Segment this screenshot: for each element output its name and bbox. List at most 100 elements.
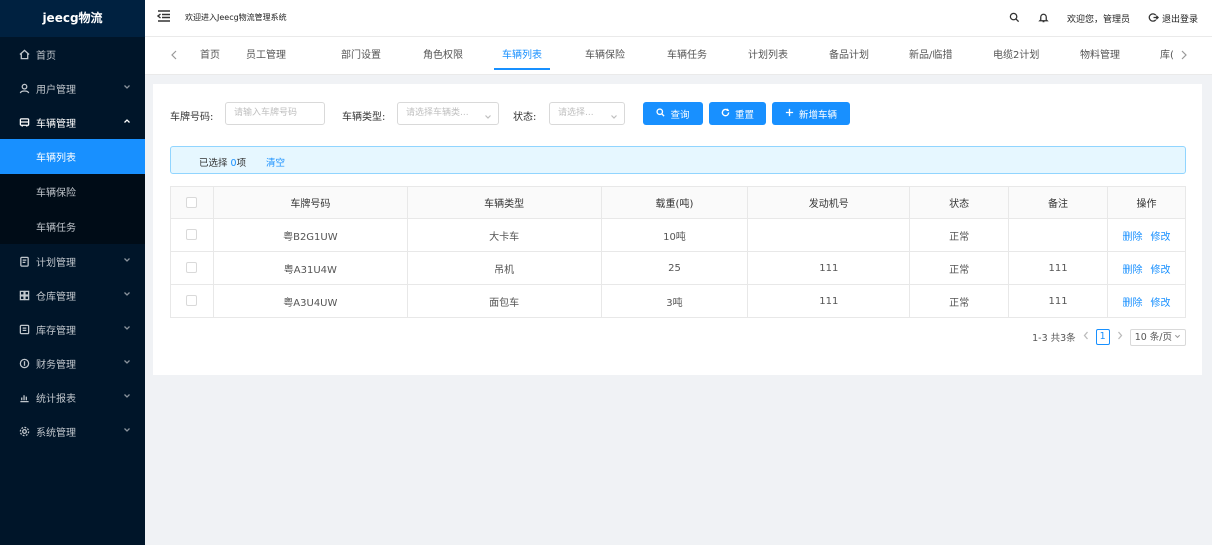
- clear-selection-link[interactable]: 清空: [266, 155, 285, 169]
- status-cell: 正常: [909, 251, 1010, 285]
- engine-cell: 111: [747, 284, 911, 318]
- chevron-down-icon: [484, 109, 492, 119]
- table-header-row: 车牌号码 车辆类型 载重(吨) 发动机号 状态 备注 操作: [170, 186, 1187, 219]
- tab-cable-plan[interactable]: 电缆2计划: [993, 37, 1039, 74]
- logout-label: 退出登录: [1161, 15, 1198, 25]
- status-select[interactable]: 请选择...: [549, 102, 625, 125]
- plate-input[interactable]: 请输入车牌号码: [225, 102, 325, 125]
- tabs-prev-icon[interactable]: [170, 50, 180, 62]
- column-header[interactable]: 状态: [909, 186, 1010, 219]
- sidebar-item-system[interactable]: 系统管理: [0, 414, 145, 448]
- tabs-next-icon[interactable]: [1180, 50, 1190, 62]
- bell-icon[interactable]: [1038, 12, 1049, 26]
- sidebar-item-warehouse[interactable]: 仓库管理: [0, 278, 145, 312]
- chevron-down-icon: [123, 83, 131, 91]
- reset-button[interactable]: 重置: [709, 102, 766, 125]
- query-button[interactable]: 查询: [643, 102, 703, 125]
- tab-plan-list[interactable]: 计划列表: [748, 37, 788, 74]
- next-page-icon[interactable]: [1116, 331, 1124, 343]
- app-logo[interactable]: jeecg物流: [0, 0, 145, 37]
- delete-link[interactable]: 删除: [1122, 265, 1142, 276]
- actions-cell: 删除 修改: [1107, 251, 1187, 285]
- sidebar-item-stock[interactable]: 库存管理: [0, 312, 145, 346]
- menu-fold-icon[interactable]: [156, 9, 171, 23]
- edit-link[interactable]: 修改: [1150, 265, 1170, 276]
- sidebar-item-label: 车辆保险: [36, 188, 76, 199]
- actions-cell: 删除 修改: [1107, 284, 1187, 318]
- sidebar-item-users[interactable]: 用户管理: [0, 71, 145, 105]
- sidebar-item-reports[interactable]: 统计报表: [0, 380, 145, 414]
- sidebar-item-vehicle-insurance[interactable]: 车辆保险: [0, 174, 145, 209]
- column-header[interactable]: 车辆类型: [407, 186, 602, 219]
- pagination-summary: 1-3 共3条: [1032, 333, 1076, 344]
- tab-vehicle-list[interactable]: 车辆列表: [494, 37, 550, 74]
- chevron-down-icon: [123, 256, 131, 264]
- selection-prefix: 已选择: [199, 158, 231, 169]
- chevron-down-icon: [1174, 330, 1181, 345]
- row-checkbox[interactable]: [186, 229, 198, 241]
- plate-label: 车牌号码:: [170, 112, 214, 123]
- row-checkbox[interactable]: [186, 262, 198, 274]
- delete-link[interactable]: 删除: [1122, 232, 1142, 243]
- column-header[interactable]: 发动机号: [747, 186, 911, 219]
- search-icon[interactable]: [1009, 12, 1020, 26]
- sidebar: jeecg物流 首页 用户管理 车辆管理 车辆列表 车辆保险 车辆任务 计划管理…: [0, 0, 145, 545]
- column-header[interactable]: 载重(吨): [601, 186, 749, 219]
- sidebar-item-vehicle-list[interactable]: 车辆列表: [0, 139, 145, 174]
- sidebar-item-home[interactable]: 首页: [0, 37, 145, 71]
- tab-warehouse-truncated[interactable]: 库(: [1160, 37, 1174, 74]
- selection-alert: 已选择 0项 清空: [170, 146, 1186, 174]
- tab-new-product[interactable]: 新品/临措: [909, 37, 952, 74]
- sidebar-item-label: 车辆任务: [36, 223, 76, 234]
- column-header[interactable]: 车牌号码: [213, 186, 408, 219]
- stock-icon: [17, 322, 31, 336]
- home-icon: [17, 47, 31, 61]
- sidebar-item-vehicles[interactable]: 车辆管理: [0, 105, 145, 139]
- tab-vehicle-insurance[interactable]: 车辆保险: [585, 37, 625, 74]
- sidebar-item-label: 库存管理: [36, 325, 76, 337]
- select-all-cell: [170, 186, 214, 219]
- current-page[interactable]: 1: [1095, 329, 1110, 345]
- tab-roles[interactable]: 角色权限: [423, 37, 463, 74]
- query-label: 查询: [670, 109, 690, 121]
- sidebar-item-label: 车辆列表: [36, 153, 76, 164]
- engine-cell: [747, 218, 911, 252]
- tab-home[interactable]: 首页: [200, 37, 220, 74]
- sidebar-item-plans[interactable]: 计划管理: [0, 244, 145, 278]
- plus-icon: [785, 108, 794, 120]
- chart-icon: [17, 390, 31, 404]
- sidebar-item-finance[interactable]: 财务管理: [0, 346, 145, 380]
- add-vehicle-button[interactable]: 新增车辆: [772, 102, 850, 125]
- select-all-checkbox[interactable]: [186, 196, 198, 208]
- prev-page-icon[interactable]: [1082, 331, 1090, 343]
- note-cell: [1008, 218, 1108, 252]
- row-select-cell: [170, 218, 214, 252]
- settings-icon: [17, 424, 31, 438]
- plate-cell: 粤B2G1UW: [213, 218, 408, 252]
- edit-link[interactable]: 修改: [1150, 298, 1170, 309]
- delete-link[interactable]: 删除: [1122, 298, 1142, 309]
- type-select[interactable]: 请选择车辆类...: [397, 102, 499, 125]
- sidebar-item-label: 系统管理: [36, 427, 76, 439]
- row-checkbox[interactable]: [186, 295, 198, 307]
- logout-button[interactable]: 退出登录: [1148, 12, 1198, 26]
- page-size-label: 10 条/页: [1134, 331, 1172, 343]
- user-greeting[interactable]: 欢迎您，管理员: [1067, 12, 1130, 25]
- tab-spare-plan[interactable]: 备品计划: [829, 37, 869, 74]
- tab-departments[interactable]: 部门设置: [341, 37, 381, 74]
- vehicle-table: 车牌号码 车辆类型 载重(吨) 发动机号 状态 备注 操作 粤B2G1UW 大卡…: [170, 186, 1187, 318]
- tab-employees[interactable]: 员工管理: [246, 37, 286, 74]
- chevron-down-icon: [123, 358, 131, 366]
- tab-materials[interactable]: 物料管理: [1080, 37, 1120, 74]
- row-select-cell: [170, 251, 214, 285]
- logout-icon: [1148, 12, 1159, 26]
- column-header[interactable]: 备注: [1008, 186, 1108, 219]
- sidebar-item-vehicle-task[interactable]: 车辆任务: [0, 209, 145, 244]
- tab-vehicle-task[interactable]: 车辆任务: [667, 37, 707, 74]
- page-size-select[interactable]: 10 条/页: [1129, 328, 1186, 346]
- edit-link[interactable]: 修改: [1150, 232, 1170, 243]
- add-vehicle-label: 新增车辆: [798, 109, 837, 121]
- status-cell: 正常: [909, 218, 1010, 252]
- type-placeholder: 请选择车辆类...: [406, 108, 469, 118]
- search-form: 车牌号码: 请输入车牌号码 车辆类型: 请选择车辆类... 状态: 请选择...…: [153, 102, 1202, 126]
